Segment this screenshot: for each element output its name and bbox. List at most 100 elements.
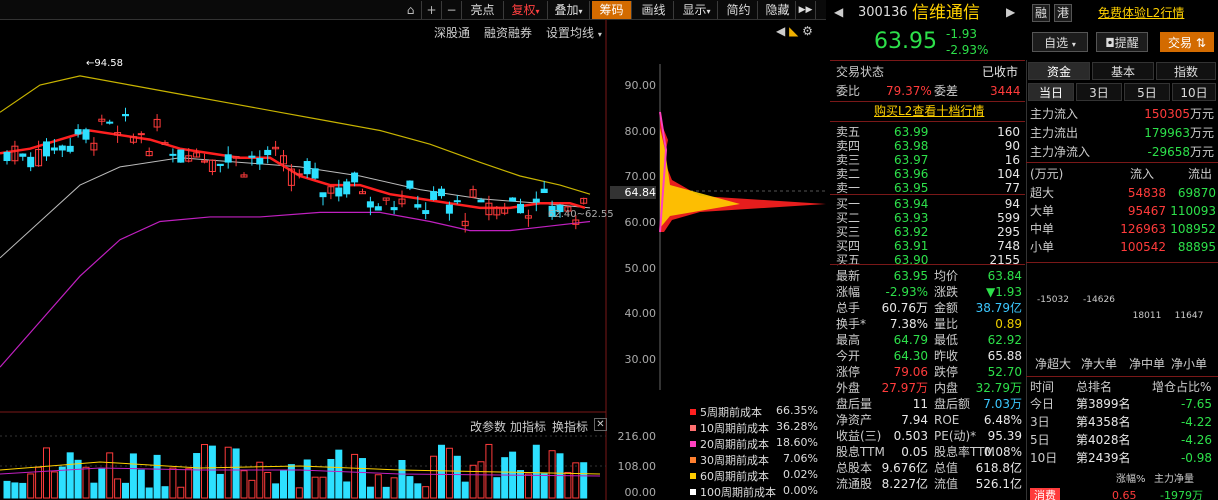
volume-bar bbox=[58, 466, 66, 499]
flow-unit: 万元 bbox=[1190, 107, 1215, 121]
stat-value: 27.97万 bbox=[881, 381, 928, 395]
stat-value: 38.79亿 bbox=[975, 301, 1022, 315]
candle bbox=[477, 199, 485, 203]
stat-label: 股息TTM bbox=[836, 445, 885, 459]
tab-index[interactable]: 指数 bbox=[1156, 62, 1216, 80]
volume-bar bbox=[137, 469, 145, 499]
cost-legend-label: 20周期前成本 bbox=[700, 438, 769, 451]
price-range-tag: 62.40~62.55 bbox=[548, 209, 614, 220]
volume-bar bbox=[501, 457, 509, 499]
link-change-params[interactable]: 改参数 bbox=[470, 418, 506, 435]
volume-bar bbox=[540, 473, 548, 499]
volume-bar bbox=[201, 444, 208, 499]
candle bbox=[106, 121, 114, 124]
chip-gear-icon[interactable]: ⚙ bbox=[802, 24, 813, 38]
candle bbox=[27, 156, 35, 168]
trade-button[interactable]: 交易 ⇅ bbox=[1160, 32, 1214, 52]
candle bbox=[532, 198, 540, 203]
tab-3d[interactable]: 3日 bbox=[1076, 83, 1122, 101]
volume-bar bbox=[145, 487, 153, 499]
volume-bar bbox=[422, 486, 430, 499]
weibi-label: 委比 bbox=[836, 84, 861, 98]
chip-left-icon[interactable]: ◀ bbox=[776, 24, 785, 38]
stat-value: 11 bbox=[912, 397, 928, 411]
cost-legend-label: 30周期前成本 bbox=[700, 454, 769, 467]
stat-value: ▼1.93 bbox=[986, 285, 1022, 299]
flow-in: 95467 bbox=[1127, 204, 1166, 218]
volume-bar bbox=[169, 467, 177, 499]
stat-value: 526.1亿 bbox=[975, 477, 1022, 491]
tab-today[interactable]: 当日 bbox=[1028, 83, 1074, 101]
cost-legend-item: 100周期前成本 0.00% bbox=[690, 484, 822, 500]
cost-legend-label: 100周期前成本 bbox=[700, 486, 776, 499]
stat-label: 涨停 bbox=[836, 365, 861, 379]
market-status: 已收市 bbox=[982, 65, 1019, 79]
tab-basic[interactable]: 基本 bbox=[1092, 62, 1154, 80]
tag-margin[interactable]: 融 bbox=[1032, 4, 1050, 22]
cost-legend-swatch bbox=[690, 425, 696, 431]
stat-value: 63.95 bbox=[893, 269, 928, 283]
candle bbox=[177, 149, 185, 163]
cost-legend-item: 10周期前成本 36.28% bbox=[690, 420, 822, 436]
cost-legend-pct: 66.35% bbox=[776, 404, 818, 417]
candle bbox=[43, 141, 50, 157]
next-stock-icon[interactable]: ▶ bbox=[1006, 4, 1015, 20]
prev-stock-icon[interactable]: ◀ bbox=[834, 4, 843, 20]
tab-10d[interactable]: 10日 bbox=[1172, 83, 1216, 101]
l2-trial-link[interactable]: 免费体验L2行情 bbox=[1098, 5, 1184, 21]
sector-name[interactable]: 消费 bbox=[1030, 488, 1060, 500]
stat-label: 总值 bbox=[934, 461, 959, 475]
stat-value: 64.79 bbox=[893, 333, 928, 347]
watchlist-button[interactable]: 自选 ▾ bbox=[1032, 32, 1088, 52]
volume-bar bbox=[445, 447, 453, 499]
tag-hk[interactable]: 港 bbox=[1054, 4, 1072, 22]
volume-bar bbox=[580, 462, 588, 499]
flow-in: 126963 bbox=[1120, 222, 1166, 236]
rank-time: 5日 bbox=[1030, 433, 1050, 447]
tab-5d[interactable]: 5日 bbox=[1124, 83, 1170, 101]
cost-legend-label: 5周期前成本 bbox=[700, 406, 762, 419]
net-bar-label: 净中单 bbox=[1128, 357, 1165, 371]
volume-bar bbox=[43, 447, 50, 499]
flow-label: 主力流出 bbox=[1030, 126, 1079, 140]
stat-value: 64.30 bbox=[893, 349, 928, 363]
flow-in: 54838 bbox=[1127, 186, 1166, 200]
candle bbox=[264, 149, 272, 156]
status-label: 交易状态 bbox=[836, 65, 885, 79]
volume-bar bbox=[106, 452, 114, 499]
tab-funds[interactable]: 资金 bbox=[1028, 62, 1090, 80]
cost-legend-pct: 0.00% bbox=[783, 484, 818, 497]
volume-bar bbox=[256, 461, 264, 499]
flow-unit: 万元 bbox=[1190, 126, 1215, 140]
volume-bar bbox=[524, 473, 532, 499]
cost-legend-swatch bbox=[690, 409, 696, 415]
flow-header: (万元) bbox=[1030, 167, 1064, 181]
volume-bar bbox=[82, 466, 90, 499]
bid-price: 63.90 bbox=[894, 253, 929, 267]
volume-bar bbox=[319, 476, 327, 499]
stat-value: 79.06 bbox=[893, 365, 928, 379]
chip-flag-icon[interactable]: ◣ bbox=[789, 24, 798, 38]
stat-label: 外盘 bbox=[836, 381, 861, 395]
volume-bar bbox=[382, 486, 390, 499]
rank-header: 时间 bbox=[1030, 380, 1055, 394]
stat-label: 换手* bbox=[836, 317, 867, 331]
volume-bar bbox=[280, 470, 287, 499]
volume-bar bbox=[90, 482, 98, 499]
link-swap-indicator[interactable]: 换指标 bbox=[552, 418, 588, 435]
close-icon[interactable]: ✕ bbox=[594, 418, 607, 431]
watchlist-label: 自选 bbox=[1044, 36, 1069, 50]
price-tick: 30.00 bbox=[624, 353, 657, 366]
volume-bar bbox=[517, 470, 524, 499]
volume-bar bbox=[177, 486, 185, 499]
alert-button[interactable]: ◘提醒 bbox=[1096, 32, 1148, 52]
link-add-indicator[interactable]: 加指标 bbox=[510, 418, 546, 435]
stat-value: 618.8亿 bbox=[975, 461, 1022, 475]
rank-value: -4.26 bbox=[1180, 433, 1212, 447]
volume-bar bbox=[335, 449, 343, 499]
volume-bar bbox=[469, 464, 477, 499]
l2-buy-link[interactable]: 购买L2查看十档行情 bbox=[874, 103, 984, 119]
boll-lower-line bbox=[0, 211, 591, 368]
stat-label: 收益(三) bbox=[836, 429, 882, 443]
volume-bar bbox=[3, 480, 11, 499]
